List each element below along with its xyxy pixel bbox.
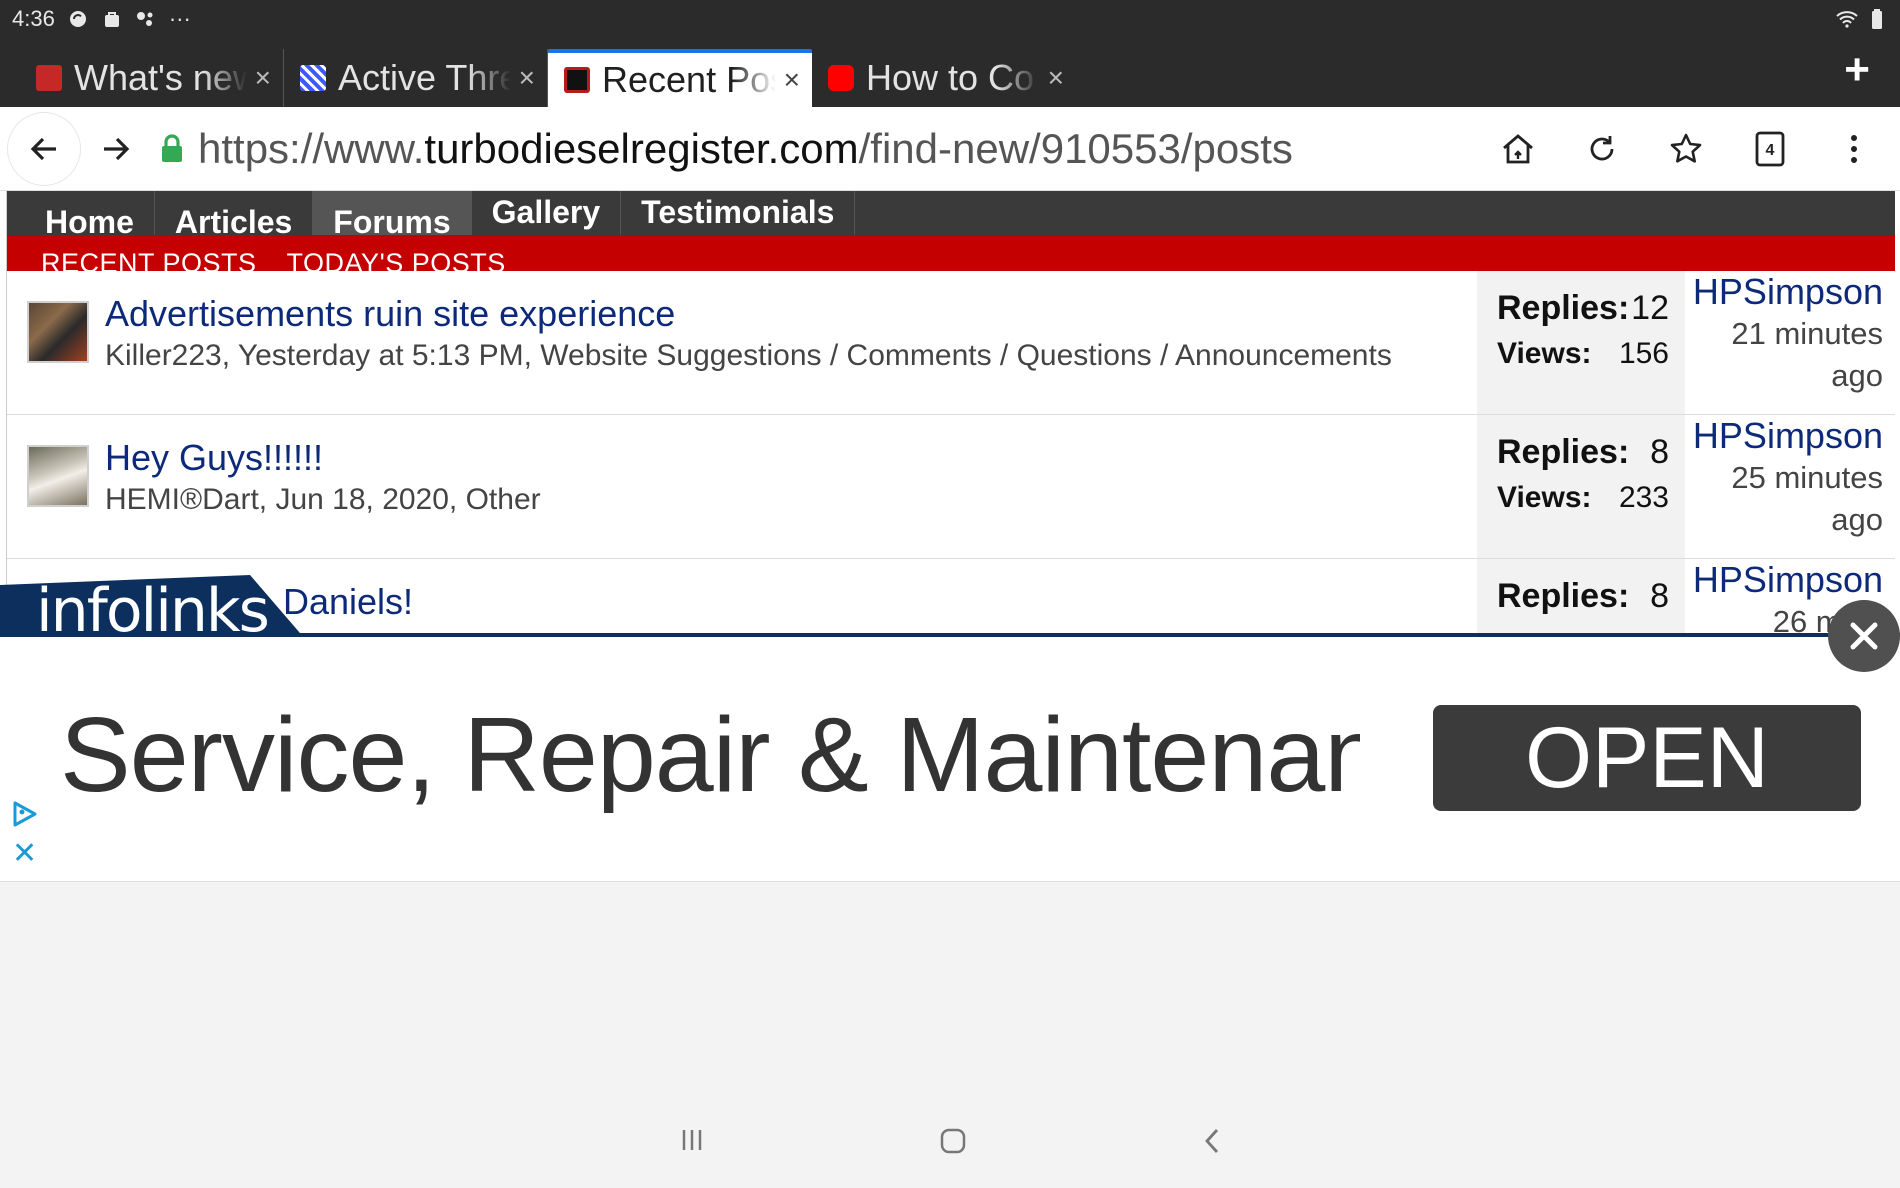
menu-button[interactable]: [1818, 113, 1890, 185]
back-button[interactable]: [8, 113, 80, 185]
url-scheme: https://www.: [198, 124, 425, 172]
home-button[interactable]: [1482, 113, 1554, 185]
home-nav-button[interactable]: [940, 1128, 966, 1159]
thread-stats: Replies: 8 Views: 233: [1477, 415, 1685, 558]
subnav-todays-posts[interactable]: TODAY'S POSTS: [287, 248, 506, 271]
tab-title: How to Co: [866, 57, 1035, 98]
replies-label: Replies:: [1497, 433, 1630, 471]
ad-close-button[interactable]: [1828, 600, 1900, 672]
reload-icon: [1590, 135, 1614, 160]
browser-toolbar: https://www. turbodieselregister.com/find…: [0, 107, 1900, 191]
chevron-left-icon: [1205, 1129, 1219, 1153]
wifi-icon: [1836, 8, 1858, 30]
tab-close-icon[interactable]: ×: [784, 64, 800, 96]
tab-close-icon[interactable]: ×: [255, 62, 271, 94]
last-post-time[interactable]: 21 minutes ago: [1691, 313, 1883, 397]
avatar[interactable]: [27, 301, 89, 363]
page-blank-area: [0, 882, 1900, 1106]
replies-count: 8: [1650, 577, 1669, 615]
nav-testimonials[interactable]: Testimonials: [621, 191, 856, 235]
ad-dismiss-icon[interactable]: ✕: [12, 839, 37, 869]
ad-open-button[interactable]: OPEN: [1433, 705, 1861, 811]
recent-apps-button[interactable]: [680, 1128, 704, 1157]
tab-count: 4: [1766, 142, 1775, 159]
last-post: HPSimpson 25 minutes ago: [1691, 415, 1883, 558]
clock: 4:36: [12, 6, 55, 31]
home-icon: [1503, 133, 1533, 163]
tab-close-icon[interactable]: ×: [1048, 62, 1064, 94]
last-post: HPSimpson 21 minutes ago: [1691, 271, 1883, 414]
replies-count: 12: [1631, 289, 1669, 327]
site-favicon-icon: [300, 65, 326, 91]
nav-gallery[interactable]: Gallery: [472, 191, 622, 235]
back-nav-button[interactable]: [1204, 1128, 1220, 1159]
tab-close-icon[interactable]: ×: [519, 62, 535, 94]
url-path: /find-new/910553/posts: [858, 124, 1293, 172]
tab-switcher-button[interactable]: 4: [1734, 113, 1806, 185]
nav-home[interactable]: Home: [7, 191, 155, 235]
status-bar: 4:36 ···: [0, 0, 1900, 38]
site-nav: Home Articles Forums Gallery Testimonial…: [7, 191, 1895, 235]
site-favicon-icon: [36, 65, 62, 91]
thread-title-link[interactable]: Advertisements ruin site experience: [105, 293, 675, 335]
arrow-left-icon: [30, 137, 56, 160]
kebab-menu-icon: [1851, 134, 1857, 163]
reload-button[interactable]: [1566, 113, 1638, 185]
star-icon: [1670, 133, 1702, 163]
tab-recent-posts[interactable]: Recent Posts ×: [548, 49, 812, 107]
thread-row: Advertisements ruin site experience Kill…: [7, 271, 1895, 415]
thread-meta: HEMI®Dart, Jun 18, 2020, Other: [105, 483, 541, 516]
assistant-icon: [135, 8, 157, 30]
thread-title-link[interactable]: Daniels!: [283, 581, 413, 623]
home-circle-icon: [940, 1128, 966, 1154]
last-post-time[interactable]: 25 minutes ago: [1691, 457, 1883, 541]
views-count: 156: [1618, 337, 1669, 370]
battery-icon: [1866, 8, 1888, 30]
thread-row: Hey Guys!!!!!! HEMI®Dart, Jun 18, 2020, …: [7, 415, 1895, 559]
replies-label: Replies:: [1497, 577, 1630, 615]
lock-icon: [160, 133, 184, 164]
forum-subnav: RECENT POSTS TODAY'S POSTS: [7, 235, 1895, 271]
last-post-user-link[interactable]: HPSimpson: [1691, 271, 1883, 313]
adchoices-icon[interactable]: [10, 799, 40, 834]
forward-button[interactable]: [80, 113, 152, 185]
views-count: 233: [1618, 481, 1669, 514]
nav-forums[interactable]: Forums: [313, 191, 472, 235]
tab-how-to[interactable]: How to Co ×: [812, 49, 1076, 107]
thread-stats: Replies: 12 Views: 156: [1477, 271, 1685, 414]
tab-title: Active Threads: [338, 57, 511, 98]
thread-title-link[interactable]: Hey Guys!!!!!!: [105, 437, 323, 479]
thread-meta: Killer223, Yesterday at 5:13 PM, Website…: [105, 339, 1392, 372]
address-bar[interactable]: https://www. turbodieselregister.com/find…: [160, 125, 1293, 173]
views-label: Views:: [1497, 481, 1592, 514]
last-post-user-link[interactable]: HPSimpson: [1691, 559, 1883, 601]
bookmark-button[interactable]: [1650, 113, 1722, 185]
views-label: Views:: [1497, 337, 1592, 370]
more-notifications-icon: ···: [168, 6, 191, 31]
tab-whats-new[interactable]: What's new ×: [20, 49, 284, 107]
tab-title: What's new: [74, 57, 247, 98]
tab-title: Recent Posts: [602, 59, 776, 100]
ad-banner[interactable]: Service, Repair & Maintenance OPEN ✕: [0, 637, 1900, 882]
subnav-recent-posts[interactable]: RECENT POSTS: [41, 248, 257, 271]
android-nav-bar: [0, 1106, 1900, 1188]
site-favicon-icon: [564, 67, 590, 93]
avatar[interactable]: [27, 445, 89, 507]
arrow-right-icon: [104, 137, 130, 160]
ad-headline[interactable]: Service, Repair & Maintenance: [60, 695, 1360, 816]
last-post-user-link[interactable]: HPSimpson: [1691, 415, 1883, 457]
sync-icon: [67, 8, 89, 30]
url-host: turbodieselregister.com: [424, 124, 859, 172]
bag-icon: [101, 8, 123, 30]
replies-label: Replies:: [1497, 289, 1630, 327]
tabs-icon: 4: [1755, 131, 1785, 166]
close-icon: [1850, 622, 1878, 650]
youtube-favicon-icon: [828, 65, 854, 91]
replies-count: 8: [1650, 433, 1669, 471]
tab-active-threads[interactable]: Active Threads ×: [284, 49, 548, 107]
nav-articles[interactable]: Articles: [155, 191, 314, 235]
new-tab-button[interactable]: +: [1844, 48, 1870, 92]
tab-strip: What's new × Active Threads × Recent Pos…: [0, 38, 1900, 107]
recents-icon: [682, 1130, 702, 1150]
